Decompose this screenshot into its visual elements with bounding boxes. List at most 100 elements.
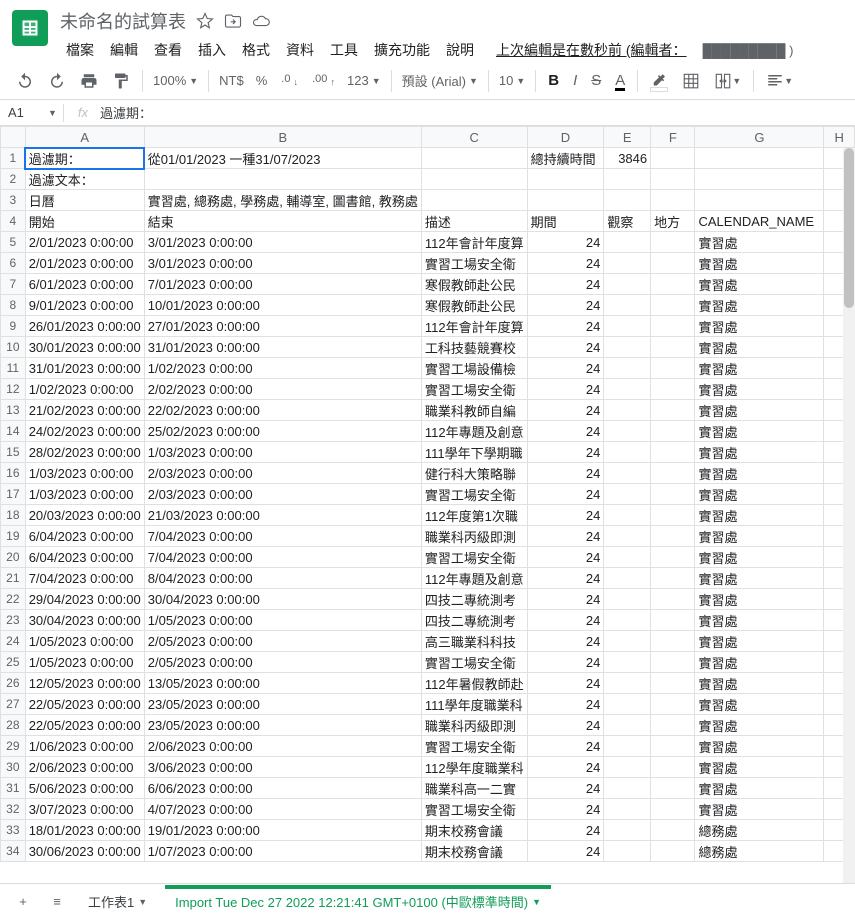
- all-sheets-button[interactable]: ≡: [44, 889, 70, 915]
- cell[interactable]: 22/02/2023 0:00:00: [144, 400, 421, 421]
- cell[interactable]: [651, 673, 695, 694]
- row-header[interactable]: 34: [1, 841, 26, 862]
- row-header[interactable]: 32: [1, 799, 26, 820]
- print-button[interactable]: [74, 68, 104, 94]
- col-header-d[interactable]: D: [527, 127, 604, 148]
- cell[interactable]: 24/02/2023 0:00:00: [25, 421, 144, 442]
- cell[interactable]: 24: [527, 694, 604, 715]
- cell[interactable]: [604, 568, 651, 589]
- cell[interactable]: 1/03/2023 0:00:00: [144, 442, 421, 463]
- cell[interactable]: 24: [527, 316, 604, 337]
- cell[interactable]: [604, 757, 651, 778]
- cell[interactable]: 實習處: [695, 547, 824, 568]
- cell[interactable]: [651, 694, 695, 715]
- move-icon[interactable]: [224, 12, 242, 30]
- cell[interactable]: 7/04/2023 0:00:00: [144, 526, 421, 547]
- row-header[interactable]: 14: [1, 421, 26, 442]
- menu-data[interactable]: 資料: [280, 38, 320, 62]
- cell[interactable]: [421, 148, 527, 169]
- cell[interactable]: [604, 505, 651, 526]
- cell[interactable]: 31/01/2023 0:00:00: [144, 337, 421, 358]
- increase-decimal-button[interactable]: .00 ↑: [306, 69, 341, 91]
- cell[interactable]: 日曆: [25, 190, 144, 211]
- row-header[interactable]: 4: [1, 211, 26, 232]
- cell[interactable]: 24: [527, 652, 604, 673]
- cell[interactable]: [651, 253, 695, 274]
- cell[interactable]: [604, 484, 651, 505]
- cloud-icon[interactable]: [252, 12, 270, 30]
- cell[interactable]: 18/01/2023 0:00:00: [25, 820, 144, 841]
- cell[interactable]: 實習處: [695, 274, 824, 295]
- cell[interactable]: 6/06/2023 0:00:00: [144, 778, 421, 799]
- cell[interactable]: 24: [527, 505, 604, 526]
- cell[interactable]: 觀察: [604, 211, 651, 232]
- cell[interactable]: 12/05/2023 0:00:00: [25, 673, 144, 694]
- bold-button[interactable]: B: [542, 68, 565, 93]
- cell[interactable]: 期間: [527, 211, 604, 232]
- row-header[interactable]: 1: [1, 148, 26, 169]
- cell[interactable]: [604, 589, 651, 610]
- cell[interactable]: [695, 169, 824, 190]
- row-header[interactable]: 10: [1, 337, 26, 358]
- row-header[interactable]: 33: [1, 820, 26, 841]
- cell[interactable]: 地方: [651, 211, 695, 232]
- cell[interactable]: [604, 442, 651, 463]
- cell[interactable]: [604, 337, 651, 358]
- cell[interactable]: 9/01/2023 0:00:00: [25, 295, 144, 316]
- font-select[interactable]: 預設 (Arial)▼: [398, 69, 482, 92]
- cell[interactable]: 實習處: [695, 400, 824, 421]
- cell[interactable]: 實習工場安全衛: [421, 736, 527, 757]
- cell[interactable]: 23/05/2023 0:00:00: [144, 715, 421, 736]
- row-header[interactable]: 24: [1, 631, 26, 652]
- cell[interactable]: 20/03/2023 0:00:00: [25, 505, 144, 526]
- add-sheet-button[interactable]: +: [10, 889, 36, 915]
- cell[interactable]: 實習處: [695, 778, 824, 799]
- cell[interactable]: [604, 715, 651, 736]
- menu-extensions[interactable]: 擴充功能: [368, 38, 436, 62]
- cell[interactable]: 24: [527, 463, 604, 484]
- cell[interactable]: 期末校務會議: [421, 841, 527, 862]
- cell[interactable]: [651, 505, 695, 526]
- cell[interactable]: 實習工場安全衛: [421, 484, 527, 505]
- row-header[interactable]: 20: [1, 547, 26, 568]
- cell[interactable]: 實習處: [695, 484, 824, 505]
- cell[interactable]: 1/05/2023 0:00:00: [25, 652, 144, 673]
- cell[interactable]: 實習處: [695, 568, 824, 589]
- cell[interactable]: 24: [527, 337, 604, 358]
- cell[interactable]: 24: [527, 568, 604, 589]
- cell[interactable]: [604, 358, 651, 379]
- cell[interactable]: 30/01/2023 0:00:00: [25, 337, 144, 358]
- name-box[interactable]: A1: [0, 105, 48, 120]
- cell[interactable]: 從01/01/2023 一種31/07/2023: [144, 148, 421, 169]
- formula-input[interactable]: 過濾期：: [96, 103, 855, 122]
- cell[interactable]: 112年度第1次職: [421, 505, 527, 526]
- row-header[interactable]: 5: [1, 232, 26, 253]
- cell[interactable]: 24: [527, 421, 604, 442]
- menu-format[interactable]: 格式: [236, 38, 276, 62]
- cell[interactable]: 2/01/2023 0:00:00: [25, 253, 144, 274]
- col-header-h[interactable]: H: [824, 127, 855, 148]
- cell[interactable]: 實習處: [695, 610, 824, 631]
- cell[interactable]: 1/05/2023 0:00:00: [25, 631, 144, 652]
- cell[interactable]: 24: [527, 589, 604, 610]
- cell[interactable]: 實習處, 總務處, 學務處, 輔導室, 圖書館, 教務處: [144, 190, 421, 211]
- cell[interactable]: [604, 610, 651, 631]
- cell[interactable]: [651, 232, 695, 253]
- cell[interactable]: 24: [527, 841, 604, 862]
- row-header[interactable]: 29: [1, 736, 26, 757]
- cell[interactable]: [604, 421, 651, 442]
- cell[interactable]: 實習處: [695, 442, 824, 463]
- number-format-select[interactable]: 123▼: [343, 71, 385, 90]
- paint-format-button[interactable]: [106, 68, 136, 94]
- cell[interactable]: 6/04/2023 0:00:00: [25, 547, 144, 568]
- row-header[interactable]: 6: [1, 253, 26, 274]
- cell[interactable]: 24: [527, 673, 604, 694]
- cell[interactable]: 四技二專統測考: [421, 610, 527, 631]
- cell[interactable]: 10/01/2023 0:00:00: [144, 295, 421, 316]
- cell[interactable]: [695, 148, 824, 169]
- cell[interactable]: [527, 169, 604, 190]
- menu-insert[interactable]: 插入: [192, 38, 232, 62]
- cell[interactable]: [651, 652, 695, 673]
- cell[interactable]: [604, 799, 651, 820]
- cell[interactable]: 2/05/2023 0:00:00: [144, 652, 421, 673]
